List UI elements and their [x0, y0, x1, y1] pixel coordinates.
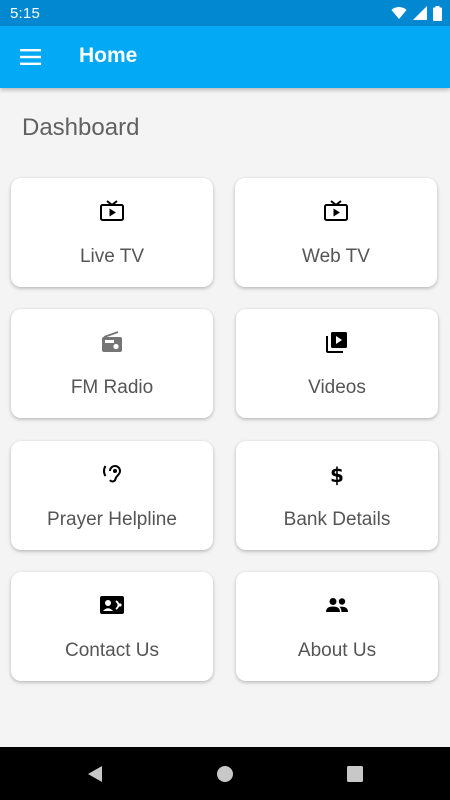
live-tv-label: Live TV [79, 246, 145, 267]
web-tv-card[interactable]: Web TV [235, 178, 437, 287]
bank-details-label: Bank Details [283, 509, 391, 530]
dollar-icon: $ [324, 461, 350, 487]
status-icons [391, 5, 442, 21]
back-icon[interactable] [85, 764, 105, 784]
system-nav-bar [0, 747, 450, 800]
radio-icon [99, 329, 125, 355]
prayer-helpline-label: Prayer Helpline [47, 509, 177, 530]
svg-text:$: $ [330, 463, 344, 486]
contact-us-label: Contact Us [65, 640, 159, 661]
live-tv-card[interactable]: Live TV [11, 178, 213, 287]
bank-details-card[interactable]: $ Bank Details [236, 441, 438, 550]
app-bar: Home [0, 26, 450, 88]
live-tv-icon [323, 198, 349, 224]
live-tv-icon [99, 198, 125, 224]
dashboard-title: Dashboard [22, 114, 140, 141]
about-us-card[interactable]: About Us [236, 572, 438, 681]
about-us-label: About Us [297, 640, 377, 661]
video-library-icon [324, 329, 350, 355]
contact-card-icon [99, 592, 125, 618]
people-icon [324, 592, 350, 618]
battery-icon [433, 5, 442, 21]
fm-radio-label: FM Radio [70, 377, 154, 398]
fm-radio-card[interactable]: FM Radio [11, 309, 213, 418]
home-icon[interactable] [215, 764, 235, 784]
web-tv-label: Web TV [302, 246, 370, 267]
status-bar: 5:15 [0, 0, 450, 26]
videos-label: Videos [308, 377, 366, 398]
recents-icon[interactable] [345, 764, 365, 784]
status-time: 5:15 [10, 5, 40, 22]
hearing-icon [99, 461, 125, 487]
menu-icon[interactable] [20, 46, 42, 68]
videos-card[interactable]: Videos [236, 309, 438, 418]
signal-icon [413, 6, 427, 20]
contact-us-card[interactable]: Contact Us [11, 572, 213, 681]
prayer-helpline-card[interactable]: Prayer Helpline [11, 441, 213, 550]
app-title: Home [79, 44, 138, 67]
wifi-icon [391, 7, 407, 20]
